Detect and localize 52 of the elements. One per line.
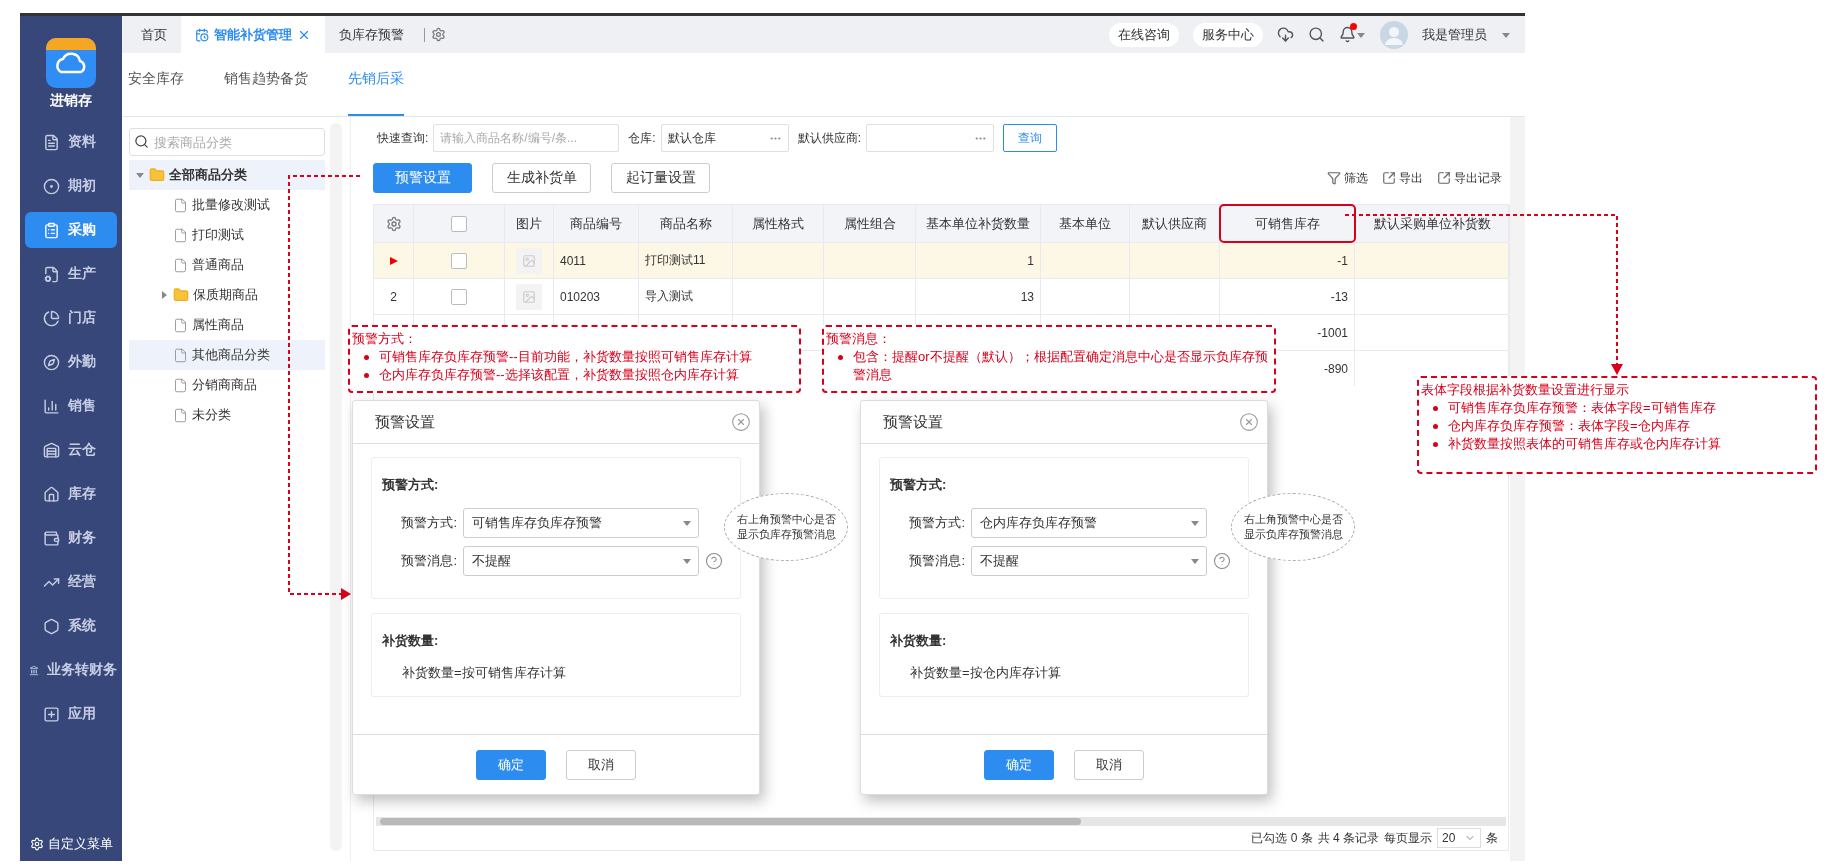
note-text: 仓内库存负库存预警：表体字段=仓内库存: [1448, 417, 1690, 435]
note-text: 可销售库存负库存预警：表体字段=可销售库存: [1448, 399, 1716, 417]
filter-label: 仓库:: [628, 129, 656, 147]
section-heading: 补货数量:: [382, 632, 440, 650]
tree-item-label: 批量修改测试: [192, 196, 270, 214]
page-size-unit: 条: [1486, 829, 1498, 847]
note-text: 补货数量按照表体的可销售库存或仓内库存计算: [1448, 435, 1721, 453]
table-cell: 打印测试11: [645, 252, 706, 269]
field-label: 预警方式:: [400, 514, 457, 532]
section-heading: 预警方式:: [382, 476, 440, 494]
tree-item-label: 保质期商品: [193, 286, 258, 304]
note-text: 包含：提醒or不提醒（默认）；根据配置确定消息中心是否显示负库存预警消息: [853, 348, 1268, 384]
formula-text: 补货数量=按仓内库存计算: [909, 664, 1062, 682]
tree-item-label: 分销商商品: [192, 376, 257, 394]
table-cell: -1: [1337, 253, 1348, 268]
table-cell: 导入测试: [645, 288, 693, 305]
page-size-label: 每页显示: [1384, 829, 1432, 847]
dialog-title: 预警设置: [375, 412, 435, 432]
section-heading: 预警方式:: [890, 476, 948, 494]
table-cell: -13: [1330, 289, 1348, 304]
field-label: 预警消息:: [400, 552, 457, 570]
tree-item-label: 普通商品: [192, 256, 244, 274]
filter-label: 快速查询:: [377, 129, 429, 147]
field-label: 预警消息:: [908, 552, 965, 570]
tree-item-label: 未分类: [192, 406, 231, 424]
selected-count: 已勾选 0 条: [1251, 829, 1313, 847]
tree-item-label: 其他商品分类: [192, 346, 270, 364]
dialog-title: 预警设置: [883, 412, 943, 432]
note-title: 表体字段根据补货数量设置进行显示: [1421, 381, 1630, 399]
row-number: 2: [390, 289, 397, 304]
table-cell: 1: [1027, 253, 1034, 268]
table-cell: 010203: [560, 289, 601, 304]
table-cell: 13: [1020, 289, 1034, 304]
field-label: 预警方式:: [908, 514, 965, 532]
table-cell: 4011: [560, 253, 586, 268]
note-title: 预警方式：: [352, 330, 418, 348]
tree-item-label: 全部商品分类: [169, 166, 247, 184]
note-title: 预警消息：: [826, 330, 892, 348]
formula-text: 补货数量=按可销售库存计算: [401, 664, 567, 682]
tree-item-label: 属性商品: [192, 316, 244, 334]
column-header: 可销售库存: [1220, 205, 1355, 242]
table-cell: -890: [1323, 361, 1348, 376]
tooltip-bubble: 右上角预警中心是否显示负库存预警消息: [724, 493, 848, 561]
tooltip-bubble: 右上角预警中心是否显示负库存预警消息: [1231, 493, 1355, 561]
section-heading: 补货数量:: [890, 632, 948, 650]
tree-item-label: 打印测试: [192, 226, 244, 244]
app-name: 进销存: [50, 92, 92, 110]
filter-label: 默认供应商:: [797, 129, 862, 147]
note-text: 可销售库存负库存预警--目前功能，补货数量按照可销售库存计算: [379, 348, 752, 366]
record-count: 共 4 条记录: [1317, 829, 1379, 847]
table-cell: -1001: [1317, 325, 1348, 340]
note-text: 仓内库存负库存预警--选择该配置，补货数量按照仓内库存计算: [379, 366, 739, 384]
